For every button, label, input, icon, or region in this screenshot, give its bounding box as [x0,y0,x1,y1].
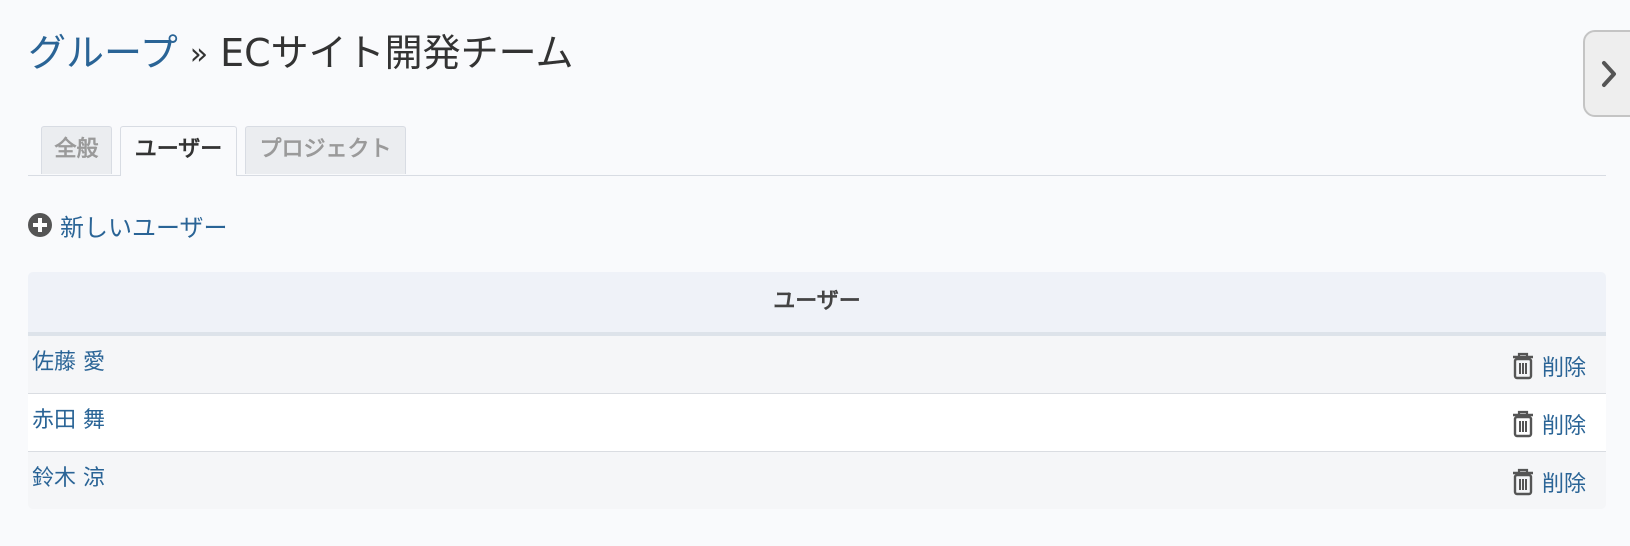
sidebar-toggle-button[interactable] [1583,30,1630,117]
trash-icon [1512,468,1533,496]
user-name-link[interactable]: 佐藤 愛 [32,344,105,376]
table-header-users: ユーザー [28,272,1606,336]
tab-projects[interactable]: プロジェクト [245,126,406,174]
delete-label: 削除 [1541,356,1586,381]
tab-bar: 全般 ユーザー プロジェクト [28,126,1606,176]
user-name-link[interactable]: 赤田 舞 [32,402,105,434]
table-row: 赤田 舞 削除 [28,394,1606,452]
user-name-link[interactable]: 鈴木 涼 [32,460,105,492]
breadcrumb-groups-link[interactable]: グループ [28,31,178,75]
users-table: ユーザー 佐藤 愛 削除 赤田 舞 削除 鈴木 涼 削除 [28,272,1606,509]
new-user-button[interactable]: 新しいユーザー [28,210,228,242]
breadcrumb-current: ECサイト開発チーム [220,31,574,75]
tab-users[interactable]: ユーザー [120,126,237,176]
table-row: 鈴木 涼 削除 [28,452,1606,509]
delete-button[interactable]: 削除 [1512,350,1586,382]
new-user-label: 新しいユーザー [60,213,228,242]
page-title: グループ » ECサイト開発チーム [28,28,574,78]
delete-label: 削除 [1541,414,1586,439]
delete-button[interactable]: 削除 [1512,466,1586,498]
delete-button[interactable]: 削除 [1512,408,1586,440]
trash-icon [1512,352,1533,380]
trash-icon [1512,410,1533,438]
plus-circle-icon [28,213,52,237]
table-row: 佐藤 愛 削除 [28,336,1606,394]
tab-general[interactable]: 全般 [41,126,112,174]
delete-label: 削除 [1541,472,1586,497]
chevron-right-icon [1602,61,1616,87]
breadcrumb-separator: » [189,37,209,72]
